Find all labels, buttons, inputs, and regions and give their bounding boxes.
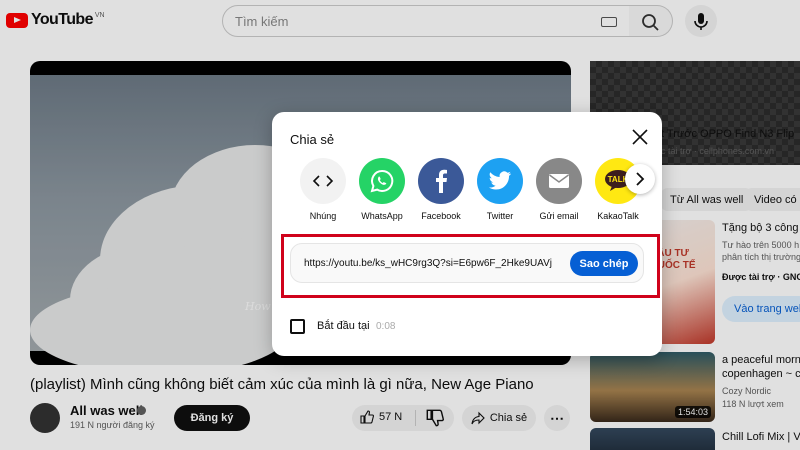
share-target-label: KakaoTalk [597,211,639,221]
email-icon [536,158,582,204]
share-target-label: WhatsApp [361,211,403,221]
share-target-label: Gửi email [539,211,579,221]
share-target-whatsapp[interactable]: WhatsApp [352,158,412,221]
share-target-embed[interactable]: Nhúng [293,158,353,221]
close-button[interactable] [629,126,651,148]
share-target-twitter[interactable]: Twitter [470,158,530,221]
close-icon [632,129,648,145]
facebook-icon [418,158,464,204]
share-dialog: Chia sẻ Nhúng WhatsApp Facebook Twitter … [272,112,662,356]
share-target-facebook[interactable]: Facebook [411,158,471,221]
start-at-time[interactable]: 0:08 [376,321,395,332]
twitter-icon [477,158,523,204]
start-at-label[interactable]: Bắt đầu tại [317,320,370,332]
share-target-label: Nhúng [309,211,337,221]
dialog-title: Chia sẻ [290,132,335,147]
next-targets-button[interactable] [625,164,655,194]
share-target-email[interactable]: Gửi email [529,158,589,221]
share-target-label: Facebook [421,211,461,221]
share-target-label: Twitter [486,211,514,221]
annotation-highlight-box [281,234,660,298]
embed-icon [300,158,346,204]
chevron-right-icon [636,172,645,186]
start-at-checkbox[interactable] [290,319,305,334]
whatsapp-icon [359,158,405,204]
